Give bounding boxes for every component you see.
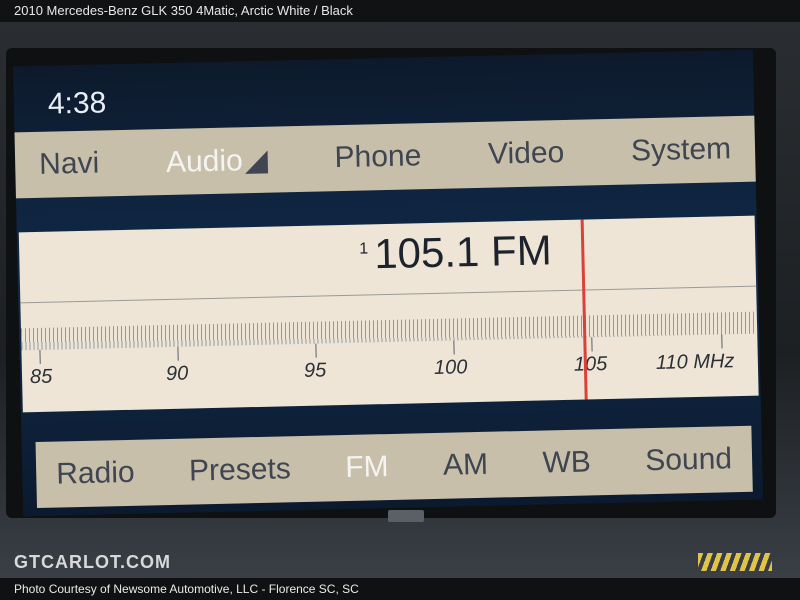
scale-major-tick	[721, 334, 723, 349]
photo-credit: Photo Courtesy of Newsome Automotive, LL…	[0, 578, 800, 600]
frequency-value: 105.1 FM	[373, 226, 553, 278]
scale-label-90: 90	[165, 362, 189, 386]
softkey-fm[interactable]: FM	[345, 450, 389, 485]
softkey-radio[interactable]: Radio	[56, 456, 135, 492]
scale-label-110: 110 MHz	[655, 350, 735, 374]
softkey-wb[interactable]: WB	[542, 445, 591, 480]
frequency-scale	[20, 311, 758, 351]
preset-number: 1	[359, 240, 369, 258]
menu-item-system[interactable]: System	[631, 132, 732, 168]
photo-caption: 2010 Mercedes-Benz GLK 350 4Matic, Arcti…	[0, 0, 800, 22]
scale-label-95: 95	[303, 359, 327, 382]
tuner-divider	[20, 285, 757, 304]
scale-major-tick	[591, 337, 593, 352]
scale-label-85: 85	[29, 365, 53, 389]
scale-major-tick	[39, 349, 41, 364]
watermark-stripes-icon	[698, 553, 772, 571]
softkey-am[interactable]: AM	[443, 448, 489, 483]
clock-display: 4:38	[47, 86, 107, 121]
scale-major-tick	[453, 340, 455, 355]
menu-item-audio-label: Audio	[165, 143, 244, 179]
softkey-bar: Radio Presets FM AM WB Sound	[35, 425, 753, 509]
frequency-readout: 1 105.1 FM	[359, 226, 552, 278]
site-watermark: GTCARLOT.COM	[14, 552, 171, 572]
submenu-caret-icon: ◢	[244, 143, 269, 177]
scale-major-tick	[177, 346, 179, 361]
menu-item-audio[interactable]: Audio◢	[166, 142, 269, 179]
softkey-presets[interactable]: Presets	[189, 452, 291, 488]
menu-item-video[interactable]: Video	[488, 136, 565, 172]
scale-major-tick	[315, 343, 317, 358]
softkey-sound[interactable]: Sound	[645, 442, 732, 478]
scale-label-105: 105	[573, 353, 608, 376]
infotainment-screen: 4:38 Navi Audio◢ Phone Video System 1 105…	[12, 49, 764, 517]
menu-item-phone[interactable]: Phone	[334, 139, 421, 175]
menu-item-navi[interactable]: Navi	[39, 147, 100, 182]
bezel-clip	[388, 510, 424, 522]
radio-tuner-display[interactable]: 1 105.1 FM 85 90 95 100 105 110 MHz	[18, 215, 759, 413]
scale-label-100: 100	[433, 356, 468, 379]
main-menu-bar: Navi Audio◢ Phone Video System	[14, 115, 756, 199]
